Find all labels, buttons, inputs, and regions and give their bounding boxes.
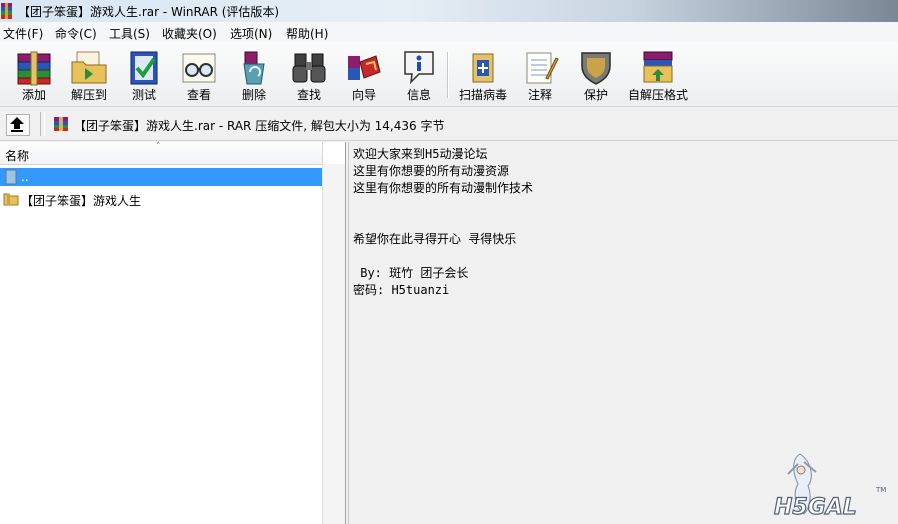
comment-line: 欢迎大家来到H5动漫论坛 (353, 147, 488, 161)
comment-line: 密码: H5tuanzi (353, 283, 450, 297)
file-row-folder[interactable]: 【团子笨蛋】游戏人生 (0, 190, 343, 208)
vertical-scrollbar[interactable] (322, 164, 345, 524)
menu-file[interactable]: 文件(F) (3, 25, 43, 42)
window-title: 【团子笨蛋】游戏人生.rar - WinRAR (评估版本) (18, 5, 280, 19)
file-row-parent[interactable]: .. (0, 168, 343, 186)
comment-line: 这里有你想要的所有动漫制作技术 (353, 181, 534, 195)
menu-tools[interactable]: 工具(S) (109, 25, 150, 42)
add-archive-icon (17, 51, 51, 86)
menu-commands[interactable]: 命令(C) (55, 25, 97, 42)
column-header-name[interactable]: 名称 ˄ (0, 142, 323, 165)
comment-line: By: 斑竹 团子会长 (353, 266, 469, 280)
title-bar: 【团子笨蛋】游戏人生.rar - WinRAR (评估版本) (0, 0, 898, 22)
virus-scan-button-label: 扫描病毒 (458, 88, 507, 102)
sfx-button-label: 自解压格式 (627, 88, 688, 102)
file-row-name: 【团子笨蛋】游戏人生 (21, 194, 142, 208)
view-button[interactable]: 查看 (173, 46, 225, 104)
extract-to-button[interactable]: 解压到 (63, 46, 115, 104)
comment-button-label: 注释 (527, 88, 552, 102)
find-binoculars-icon (292, 53, 326, 83)
protect-button-label: 保护 (583, 88, 608, 102)
column-header-label: 名称 (5, 149, 30, 163)
comment-notepad-icon (526, 52, 559, 84)
extract-folder-icon (71, 51, 107, 84)
sfx-button[interactable]: 自解压格式 (628, 46, 688, 104)
view-glasses-icon (182, 53, 216, 83)
info-button[interactable]: 信息 (393, 46, 445, 104)
folder-icon (3, 193, 19, 206)
test-button[interactable]: 测试 (118, 46, 170, 104)
h5gal-watermark-logo: H5GAL TM (773, 453, 886, 521)
virus-scan-button[interactable]: 扫描病毒 (457, 46, 509, 104)
info-icon (404, 51, 434, 85)
comment-line: 这里有你想要的所有动漫资源 (353, 164, 510, 178)
add-button[interactable]: 添加 (8, 46, 60, 104)
watermark-text: H5GAL (774, 495, 857, 520)
menu-options[interactable]: 选项(N) (230, 25, 272, 42)
up-one-level-button[interactable] (6, 114, 30, 136)
winrar-app-icon (1, 3, 12, 19)
rar-file-icon (54, 117, 68, 131)
address-bar: 【团子笨蛋】游戏人生.rar - RAR 压缩文件, 解包大小为 14,436 … (0, 108, 898, 141)
comment-line: 希望你在此寻得开心 寻得快乐 (353, 232, 517, 246)
menu-help[interactable]: 帮助(H) (286, 25, 328, 42)
archive-path: 【团子笨蛋】游戏人生.rar - RAR 压缩文件, 解包大小为 14,436 … (74, 119, 445, 133)
wizard-button[interactable]: 向导 (338, 46, 390, 104)
menu-bar: 文件(F) 命令(C) 工具(S) 收藏夹(O) 选项(N) 帮助(H) (0, 22, 898, 42)
toolbar: 添加 解压到 测试 查看 删除 查找 向导 信息 扫描病毒 注释 保护 自解压格… (0, 42, 898, 107)
sort-ascending-icon: ˄ (156, 142, 161, 152)
find-button[interactable]: 查找 (283, 46, 335, 104)
protect-shield-icon (581, 52, 611, 85)
test-check-icon (130, 51, 158, 85)
watermark-tm: TM (875, 486, 886, 494)
protect-button[interactable]: 保护 (570, 46, 622, 104)
menu-favorites[interactable]: 收藏夹(O) (162, 25, 217, 42)
info-button-label: 信息 (406, 88, 431, 102)
file-list: 名称 ˄ .. 【团子笨蛋】游戏人生 (0, 142, 346, 524)
wizard-icon (348, 55, 381, 80)
toolbar-separator (447, 52, 449, 98)
address-grip (40, 112, 45, 136)
virus-scan-icon (472, 53, 494, 83)
up-arrow-icon (10, 117, 24, 132)
delete-recycle-icon (243, 51, 265, 85)
delete-button[interactable]: 删除 (228, 46, 280, 104)
sfx-archive-icon (643, 51, 673, 83)
parent-folder-icon (5, 169, 17, 185)
file-row-name: .. (21, 170, 29, 184)
comment-button[interactable]: 注释 (514, 46, 566, 104)
